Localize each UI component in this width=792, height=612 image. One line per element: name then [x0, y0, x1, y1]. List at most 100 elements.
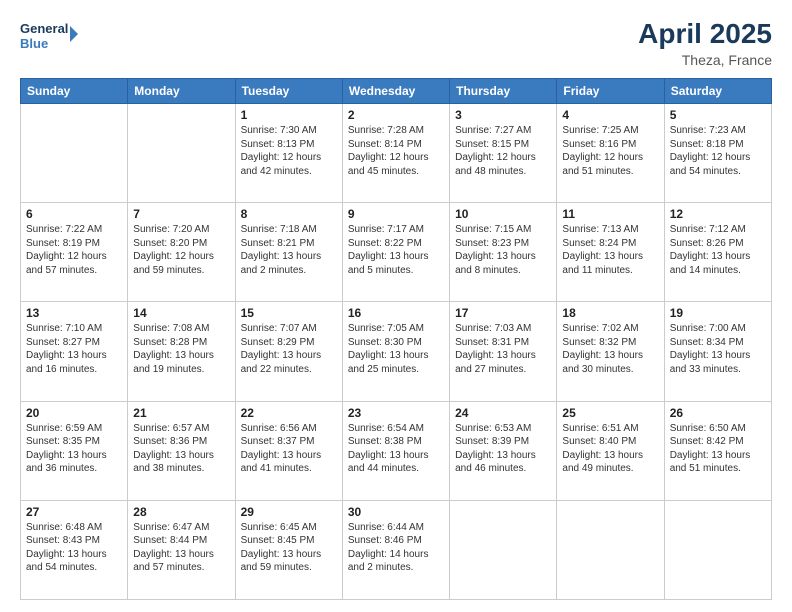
calendar-cell: 14 Sunrise: 7:08 AM Sunset: 8:28 PM Dayli…	[128, 302, 235, 401]
calendar-cell: 26Sunrise: 6:50 AM Sunset: 8:42 PM Dayli…	[664, 401, 771, 500]
day-info: Sunrise: 7:08 AM Sunset: 8:28 PM Dayligh…	[133, 322, 229, 376]
calendar-cell: 25 Sunrise: 6:51 AM Sunset: 8:40 PM Dayli…	[557, 401, 664, 500]
calendar-cell: 22 Sunrise: 6:56 AM Sunset: 8:37 PM Dayli…	[235, 401, 342, 500]
day-info: Sunrise: 7:28 AM Sunset: 8:14 PM Dayligh…	[348, 124, 444, 178]
day-info: Sunrise: 7:27 AM Sunset: 8:15 PM Dayligh…	[455, 124, 551, 178]
day-info: Sunrise: 7:10 AM Sunset: 8:27 PM Dayligh…	[26, 322, 122, 376]
day-info: Sunrise: 6:47 AM Sunset: 8:44 PM Dayligh…	[133, 521, 229, 575]
day-number: 5	[670, 108, 766, 122]
day-number: 7	[133, 207, 229, 221]
day-info: Sunrise: 7:07 AM Sunset: 8:29 PM Dayligh…	[241, 322, 337, 376]
day-info: Sunrise: 6:56 AM Sunset: 8:37 PM Dayligh…	[241, 422, 337, 476]
calendar-cell: 5 Sunrise: 7:23 AM Sunset: 8:18 PM Daylig…	[664, 104, 771, 203]
day-number: 15	[241, 306, 337, 320]
calendar-cell: 2 Sunrise: 7:28 AM Sunset: 8:14 PM Daylig…	[342, 104, 449, 203]
calendar-cell	[557, 500, 664, 599]
day-info: Sunrise: 7:05 AM Sunset: 8:30 PM Dayligh…	[348, 322, 444, 376]
svg-text:General: General	[20, 21, 68, 36]
day-info: Sunrise: 7:02 AM Sunset: 8:32 PM Dayligh…	[562, 322, 658, 376]
page: GeneralBlue April 2025 Theza, France Sun…	[0, 0, 792, 612]
calendar-cell: 21 Sunrise: 6:57 AM Sunset: 8:36 PM Dayli…	[128, 401, 235, 500]
day-number: 9	[348, 207, 444, 221]
calendar-cell: 3Sunrise: 7:27 AM Sunset: 8:15 PM Daylig…	[450, 104, 557, 203]
day-number: 23	[348, 406, 444, 420]
calendar-cell	[128, 104, 235, 203]
col-wednesday: Wednesday	[342, 79, 449, 104]
day-number: 20	[26, 406, 122, 420]
calendar-cell: 13 Sunrise: 7:10 AM Sunset: 8:27 PM Dayli…	[21, 302, 128, 401]
day-number: 1	[241, 108, 337, 122]
col-friday: Friday	[557, 79, 664, 104]
day-info: Sunrise: 6:45 AM Sunset: 8:45 PM Dayligh…	[241, 521, 337, 575]
day-info: Sunrise: 6:59 AM Sunset: 8:35 PM Dayligh…	[26, 422, 122, 476]
day-number: 8	[241, 207, 337, 221]
calendar-cell: 23 Sunrise: 6:54 AM Sunset: 8:38 PM Dayli…	[342, 401, 449, 500]
day-info: Sunrise: 6:48 AM Sunset: 8:43 PM Dayligh…	[26, 521, 122, 575]
day-number: 27	[26, 505, 122, 519]
calendar-cell: 7Sunrise: 7:20 AM Sunset: 8:20 PM Daylig…	[128, 203, 235, 302]
col-thursday: Thursday	[450, 79, 557, 104]
day-info: Sunrise: 7:23 AM Sunset: 8:18 PM Dayligh…	[670, 124, 766, 178]
day-number: 18	[562, 306, 658, 320]
svg-text:Blue: Blue	[20, 36, 48, 51]
calendar-cell: 4Sunrise: 7:25 AM Sunset: 8:16 PM Daylig…	[557, 104, 664, 203]
calendar-cell: 6Sunrise: 7:22 AM Sunset: 8:19 PM Daylig…	[21, 203, 128, 302]
calendar-week-row: 6Sunrise: 7:22 AM Sunset: 8:19 PM Daylig…	[21, 203, 772, 302]
calendar-week-row: 20 Sunrise: 6:59 AM Sunset: 8:35 PM Dayli…	[21, 401, 772, 500]
calendar-week-row: 27 Sunrise: 6:48 AM Sunset: 8:43 PM Dayli…	[21, 500, 772, 599]
calendar-week-row: 13 Sunrise: 7:10 AM Sunset: 8:27 PM Dayli…	[21, 302, 772, 401]
calendar-cell: 19 Sunrise: 7:00 AM Sunset: 8:34 PM Dayli…	[664, 302, 771, 401]
day-number: 16	[348, 306, 444, 320]
day-info: Sunrise: 6:50 AM Sunset: 8:42 PM Dayligh…	[670, 422, 766, 476]
day-info: Sunrise: 6:57 AM Sunset: 8:36 PM Dayligh…	[133, 422, 229, 476]
calendar-cell	[21, 104, 128, 203]
day-info: Sunrise: 7:13 AM Sunset: 8:24 PM Dayligh…	[562, 223, 658, 277]
day-number: 6	[26, 207, 122, 221]
calendar-cell: 9 Sunrise: 7:17 AM Sunset: 8:22 PM Daylig…	[342, 203, 449, 302]
day-number: 30	[348, 505, 444, 519]
day-number: 2	[348, 108, 444, 122]
day-number: 21	[133, 406, 229, 420]
calendar-cell: 28 Sunrise: 6:47 AM Sunset: 8:44 PM Dayli…	[128, 500, 235, 599]
day-number: 12	[670, 207, 766, 221]
col-tuesday: Tuesday	[235, 79, 342, 104]
day-number: 24	[455, 406, 551, 420]
calendar-cell: 16 Sunrise: 7:05 AM Sunset: 8:30 PM Dayli…	[342, 302, 449, 401]
day-number: 19	[670, 306, 766, 320]
day-number: 14	[133, 306, 229, 320]
header: GeneralBlue April 2025 Theza, France	[20, 18, 772, 68]
day-number: 13	[26, 306, 122, 320]
calendar-cell: 18 Sunrise: 7:02 AM Sunset: 8:32 PM Dayli…	[557, 302, 664, 401]
day-number: 17	[455, 306, 551, 320]
day-info: Sunrise: 7:00 AM Sunset: 8:34 PM Dayligh…	[670, 322, 766, 376]
day-info: Sunrise: 7:18 AM Sunset: 8:21 PM Dayligh…	[241, 223, 337, 277]
day-number: 28	[133, 505, 229, 519]
day-info: Sunrise: 6:54 AM Sunset: 8:38 PM Dayligh…	[348, 422, 444, 476]
calendar-header-row: Sunday Monday Tuesday Wednesday Thursday…	[21, 79, 772, 104]
day-number: 29	[241, 505, 337, 519]
title-block: April 2025 Theza, France	[638, 18, 772, 68]
day-info: Sunrise: 6:51 AM Sunset: 8:40 PM Dayligh…	[562, 422, 658, 476]
day-info: Sunrise: 7:03 AM Sunset: 8:31 PM Dayligh…	[455, 322, 551, 376]
day-number: 22	[241, 406, 337, 420]
day-info: Sunrise: 6:53 AM Sunset: 8:39 PM Dayligh…	[455, 422, 551, 476]
day-number: 4	[562, 108, 658, 122]
col-monday: Monday	[128, 79, 235, 104]
calendar-cell: 24 Sunrise: 6:53 AM Sunset: 8:39 PM Dayli…	[450, 401, 557, 500]
day-number: 25	[562, 406, 658, 420]
calendar-cell: 17 Sunrise: 7:03 AM Sunset: 8:31 PM Dayli…	[450, 302, 557, 401]
calendar-cell: 29 Sunrise: 6:45 AM Sunset: 8:45 PM Dayli…	[235, 500, 342, 599]
calendar-cell	[450, 500, 557, 599]
day-info: Sunrise: 7:15 AM Sunset: 8:23 PM Dayligh…	[455, 223, 551, 277]
day-number: 10	[455, 207, 551, 221]
day-info: Sunrise: 7:17 AM Sunset: 8:22 PM Dayligh…	[348, 223, 444, 277]
calendar-table: Sunday Monday Tuesday Wednesday Thursday…	[20, 78, 772, 600]
logo: GeneralBlue	[20, 18, 80, 54]
calendar-cell: 27 Sunrise: 6:48 AM Sunset: 8:43 PM Dayli…	[21, 500, 128, 599]
calendar-cell: 1Sunrise: 7:30 AM Sunset: 8:13 PM Daylig…	[235, 104, 342, 203]
calendar-cell: 11Sunrise: 7:13 AM Sunset: 8:24 PM Dayli…	[557, 203, 664, 302]
col-sunday: Sunday	[21, 79, 128, 104]
calendar-cell: 8 Sunrise: 7:18 AM Sunset: 8:21 PM Daylig…	[235, 203, 342, 302]
calendar-cell	[664, 500, 771, 599]
calendar-cell: 10 Sunrise: 7:15 AM Sunset: 8:23 PM Dayli…	[450, 203, 557, 302]
